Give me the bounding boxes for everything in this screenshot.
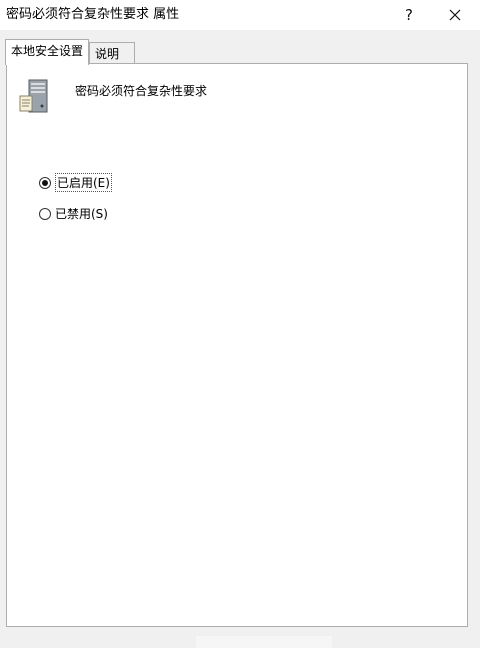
radio-enabled[interactable] [39,176,51,189]
bottom-strip [196,636,332,648]
tab-panel: 密码必须符合复杂性要求 已启用(E) 已禁用(S) [6,63,468,627]
help-icon: ? [405,6,413,24]
tab-explain[interactable]: 说明 [89,42,135,64]
close-icon [449,9,461,21]
option-disabled[interactable]: 已禁用(S) [39,205,108,222]
tab-local-security-setting[interactable]: 本地安全设置 [5,39,90,65]
window-title: 密码必须符合复杂性要求 属性 [6,7,180,22]
server-computer-icon [19,79,48,113]
policy-name: 密码必须符合复杂性要求 [75,84,208,98]
radio-disabled[interactable] [39,207,51,220]
option-enabled-label: 已启用(E) [55,173,112,192]
help-button[interactable]: ? [392,0,426,30]
option-enabled[interactable]: 已启用(E) [39,173,112,192]
dialog-body: 本地安全设置 说明 密码必须符合复杂性要求 已启用(E) 已禁用(S) [0,30,480,648]
option-disabled-label: 已禁用(S) [55,207,108,221]
title-bar: 密码必须符合复杂性要求 属性 ? [0,0,480,30]
close-button[interactable] [436,0,474,30]
